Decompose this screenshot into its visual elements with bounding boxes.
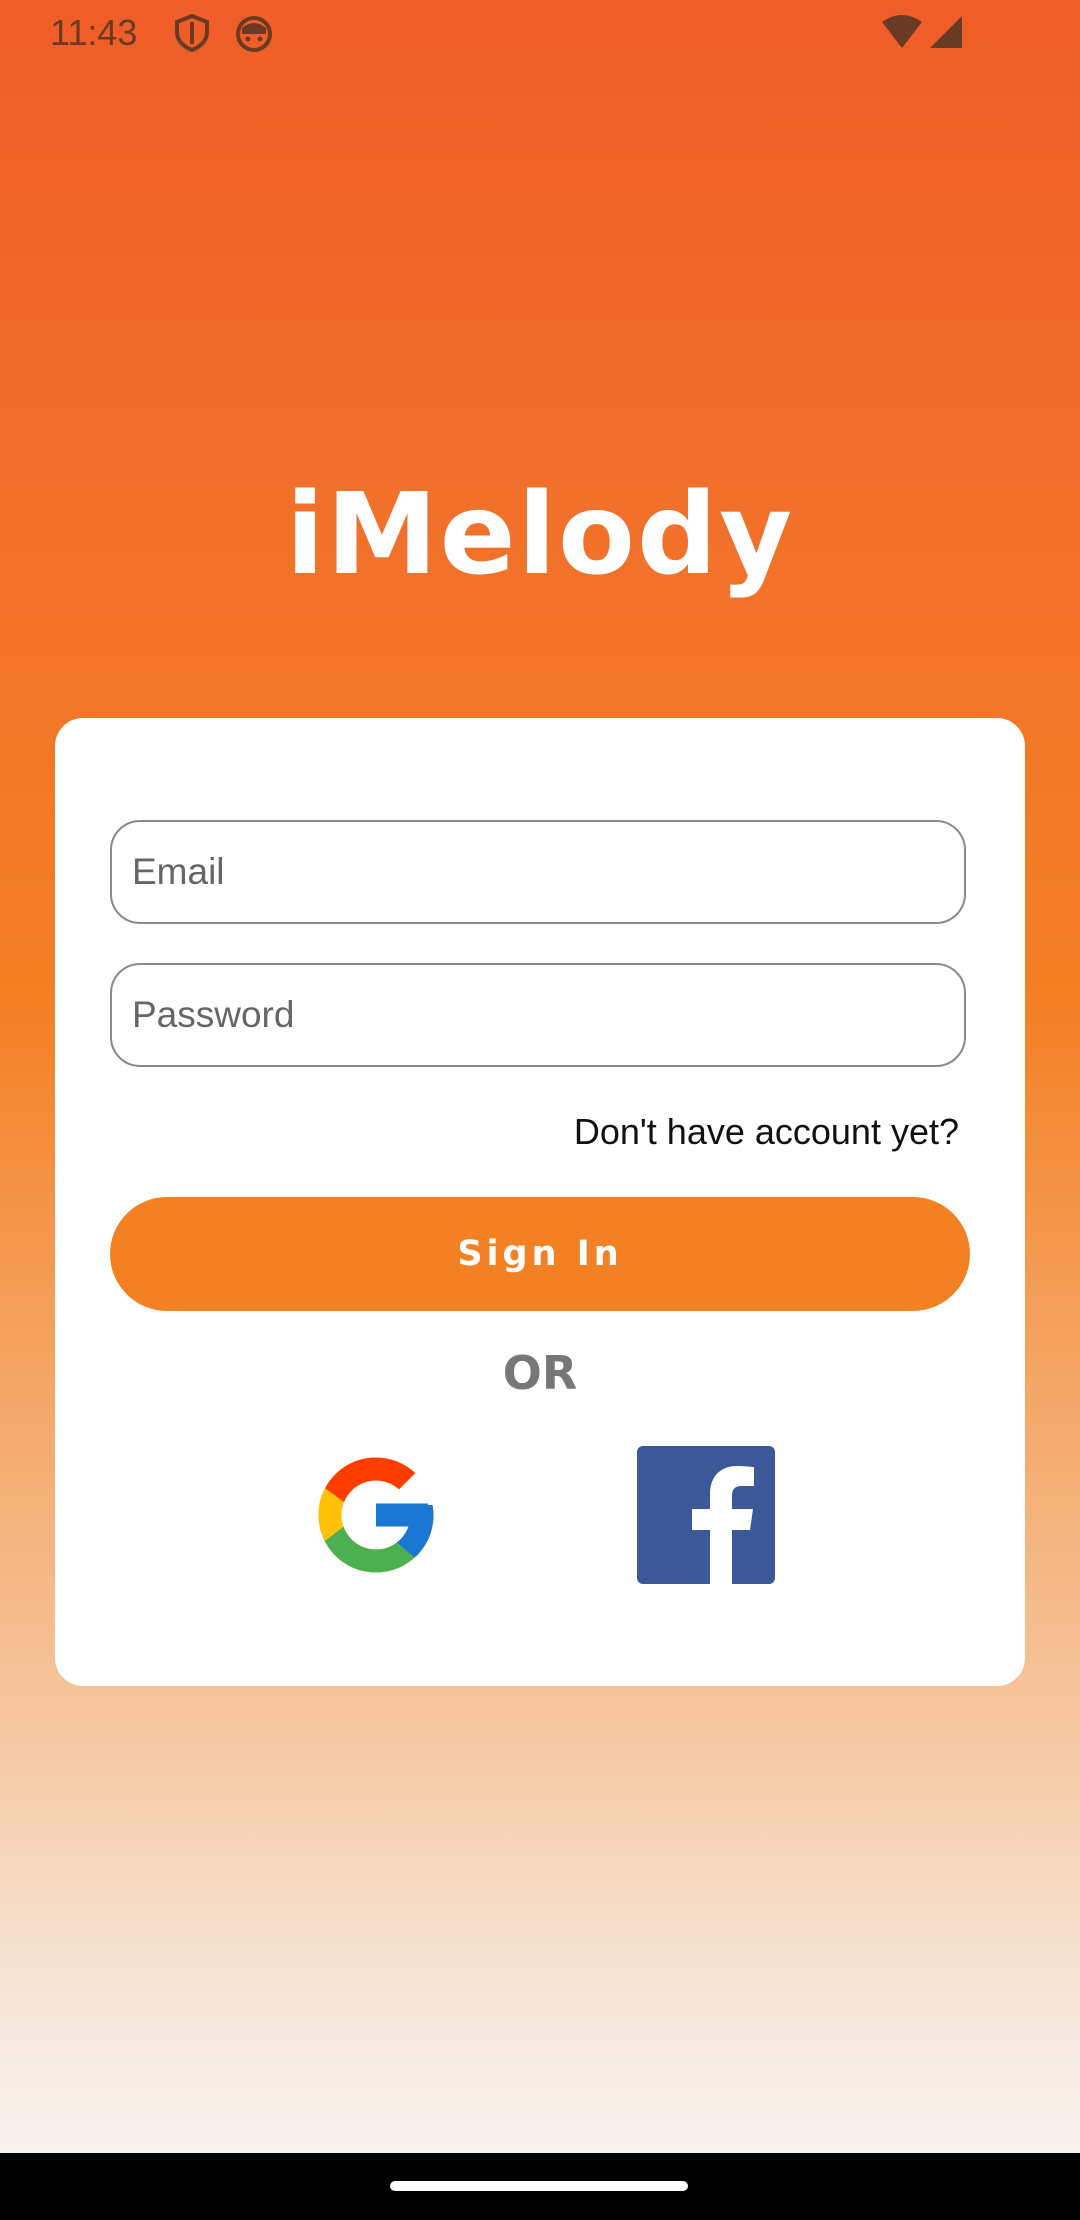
navigation-bar: [0, 2153, 1080, 2220]
register-link[interactable]: Don't have account yet?: [574, 1111, 959, 1153]
app-logo: iMelody: [285, 470, 795, 600]
password-field[interactable]: [132, 965, 942, 1065]
facebook-icon: [637, 1446, 775, 1584]
login-card: Don't have account yet? Sign In OR: [55, 718, 1025, 1686]
status-bar: 11:43: [0, 0, 1080, 64]
wifi-icon: [880, 14, 924, 55]
or-divider: OR: [502, 1346, 578, 1400]
google-icon: [318, 1457, 434, 1573]
status-time: 11:43: [50, 12, 138, 53]
email-field[interactable]: [132, 822, 942, 922]
google-signin-button[interactable]: [307, 1446, 445, 1584]
shield-icon: [174, 13, 210, 57]
sign-in-button[interactable]: Sign In: [110, 1197, 970, 1311]
password-field-container[interactable]: [110, 963, 966, 1067]
home-gesture-handle[interactable]: [390, 2181, 688, 2191]
cell-signal-icon: [928, 14, 964, 55]
email-field-container[interactable]: [110, 820, 966, 924]
facebook-signin-button[interactable]: [637, 1446, 775, 1584]
android-head-icon: [234, 14, 274, 57]
